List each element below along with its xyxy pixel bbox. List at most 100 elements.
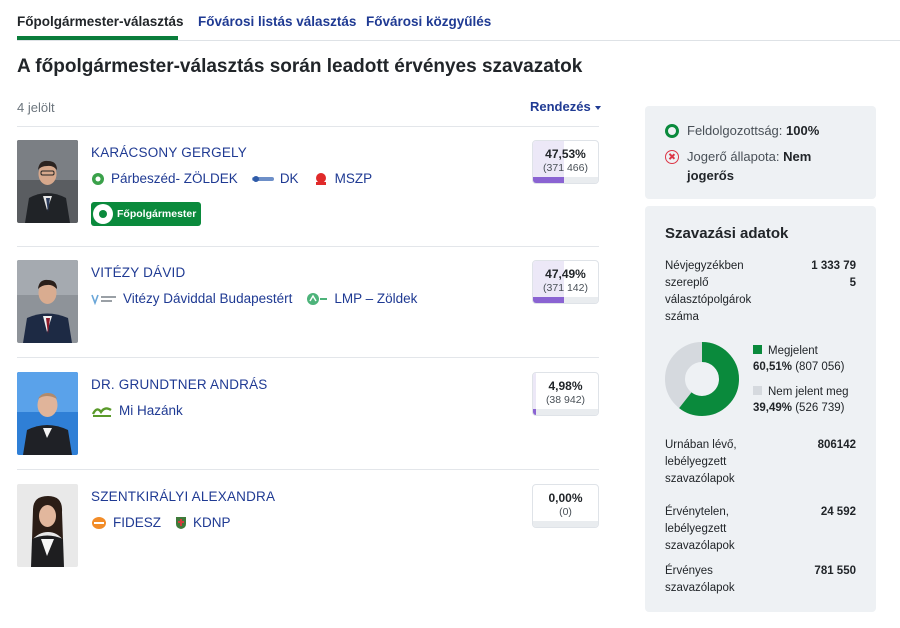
vote-result: 47,53% (371 466) [532,140,599,184]
party-item[interactable]: DK [251,171,299,186]
processed-value: 100% [786,123,820,138]
vote-count: (38 942) [545,394,586,406]
sort-label: Rendezés [530,99,591,114]
invalid-ballots-label: Érvénytelen, lebélyegzett szavazólapok [665,506,735,552]
winner-badge: Főpolgármester [91,202,201,226]
voting-data-card: Szavazási adatok Névjegyzékben szereplő … [645,206,876,612]
party-name: KDNP [193,515,231,530]
page-title: A főpolgármester-választás során leadott… [17,56,583,77]
legal-value: Nem [783,149,812,164]
vote-bar-track [533,521,598,527]
divider [17,469,599,470]
party-name: MSZP [334,171,373,186]
party-list: Párbeszéd- ZÖLDEK DK MSZP [91,171,386,186]
registered-voters-label: Névjegyzékben szereplő választópolgárok … [665,260,752,323]
party-name: FIDESZ [113,515,162,530]
person-photo-icon [17,484,78,567]
absent-label: Nem jelent meg [768,386,849,398]
tab-city-list-election[interactable]: Fővárosi listás választás [198,14,356,29]
dk-logo-icon [251,175,274,182]
candidate-photo [17,484,78,567]
candidate-photo [17,140,78,223]
party-name: Párbeszéd- ZÖLDEK [111,171,238,186]
vote-bar [533,297,564,303]
kdnp-logo-icon [176,516,187,529]
vote-count: (0) [559,506,572,518]
candidate-photo [17,372,78,455]
party-item[interactable]: KDNP [175,515,231,530]
legal-value-cont: jogerős [687,168,734,183]
election-tabs: Főpolgármester-választás Fővárosi listás… [17,0,900,41]
party-item[interactable]: MSZP [313,171,373,186]
present-percent: 60,51% [753,361,793,373]
caret-down-icon [594,105,601,110]
tab-city-assembly[interactable]: Fővárosi közgyűlés [366,14,491,29]
processed-label: Feldolgozottság: [687,123,783,138]
fidesz-logo-icon [92,516,106,529]
winner-badge-label: Főpolgármester [117,208,197,220]
divider [17,357,599,358]
stamped-ballots-value: 806142 [817,439,856,451]
vote-count: (371 142) [543,282,588,294]
vote-result: 0,00% (0) [532,484,599,528]
candidate-name[interactable]: SZENTKIRÁLYI ALEXANDRA [91,489,275,504]
lmp-logo-icon [307,292,328,305]
party-item[interactable]: Mi Hazánk [91,403,183,418]
candidate-name[interactable]: KARÁCSONY GERGELY [91,145,247,160]
valid-ballots-value: 781 550 [814,565,856,577]
registered-voters-value: 1 333 79 5 [811,260,856,289]
processing-status-card: Feldolgozottság: 100% Jogerő állapota: N… [645,106,876,199]
vote-percent: 47,49% [545,267,586,281]
absent-percent: 39,49% [753,402,793,414]
candidate-photo [17,260,78,343]
candidate-name[interactable]: VITÉZY DÁVID [91,265,185,280]
mi-hazank-logo-icon [91,406,112,417]
vote-result: 4,98% (38 942) [532,372,599,416]
present-count: (807 056) [795,361,845,373]
vote-percent: 0,00% [548,491,583,505]
medal-icon [93,204,113,224]
candidate-row: KARÁCSONY GERGELY Párbeszéd- ZÖLDEK DK M… [17,140,599,240]
candidate-count: 4 jelölt [17,100,55,115]
invalid-ballots-value: 24 592 [820,506,856,518]
candidate-row: VITÉZY DÁVID Vitézy Dáviddal Budapestért… [17,260,599,360]
vote-percent: 4,98% [548,379,583,393]
check-circle-icon [665,124,679,138]
turnout-donut-chart [665,342,739,416]
x-circle-icon [665,150,679,164]
candidate-name[interactable]: DR. GRUNDTNER ANDRÁS [91,377,268,392]
sort-dropdown[interactable]: Rendezés [530,99,601,114]
mszp-logo-icon [315,172,326,185]
party-list: Mi Hazánk [91,403,197,418]
processed-status: Feldolgozottság: 100% [665,123,819,138]
person-photo-icon [17,260,78,343]
voting-data-title: Szavazási adatok [665,225,789,242]
present-label: Megjelent [768,345,818,357]
vote-result: 47,49% (371 142) [532,260,599,304]
party-name: DK [279,171,299,186]
party-item[interactable]: LMP – Zöldek [306,291,417,306]
parbeszed-logo-icon [92,172,104,185]
party-list: FIDESZ KDNP [91,515,245,530]
party-item[interactable]: Párbeszéd- ZÖLDEK [91,171,238,186]
vote-bar-track [533,409,598,415]
divider [17,246,599,247]
party-list: Vitézy Dáviddal Budapestért LMP – Zöldek [91,291,431,306]
tab-mayor-election[interactable]: Főpolgármester-választás [17,14,184,29]
stamped-ballots-label: Urnában lévő, lebélyegzett szavazólapok [665,439,737,485]
active-tab-indicator [17,36,178,40]
party-item[interactable]: FIDESZ [91,515,161,530]
absent-count: (526 739) [795,402,845,414]
vote-count: (371 466) [543,162,588,174]
party-name: Mi Hazánk [119,403,183,418]
turnout-legend-absent: Nem jelent meg 39,49% (526 739) [753,384,849,416]
valid-ballots-label: Érvényes szavazólapok [665,565,735,594]
vote-percent: 47,53% [545,147,586,161]
vote-bar [533,409,537,415]
party-item[interactable]: Vitézy Dáviddal Budapestért [91,291,292,306]
legal-label: Jogerő állapota: [687,149,780,164]
person-photo-icon [17,372,78,455]
vote-bar [533,177,564,183]
absent-legend-swatch [753,386,762,395]
party-name: Vitézy Dáviddal Budapestért [123,291,293,306]
